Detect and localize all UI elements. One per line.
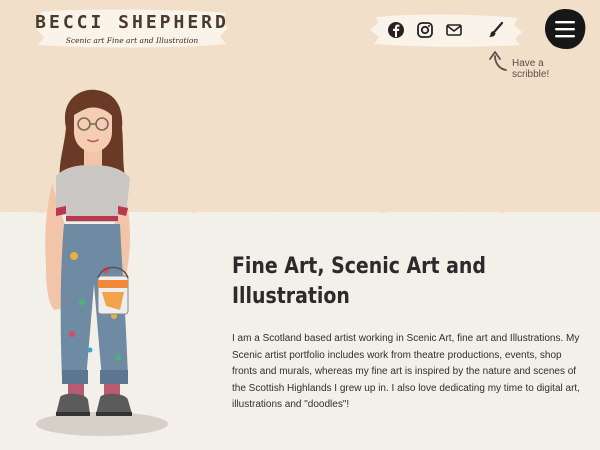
page-title: Fine Art, Scenic Art and Illustration xyxy=(232,254,486,309)
intro-paragraph: I am a Scotland based artist working in … xyxy=(232,333,580,410)
scribble-hint[interactable]: Have a scribble! xyxy=(512,58,582,80)
mail-icon[interactable] xyxy=(444,20,464,40)
logo-tagline: Scenic art Fine art and Illustration xyxy=(65,36,199,45)
artist-illustration xyxy=(36,89,168,436)
facebook-icon[interactable] xyxy=(386,20,406,40)
paintbrush-icon[interactable] xyxy=(486,20,506,40)
instagram-icon[interactable] xyxy=(415,20,435,40)
social-bar xyxy=(368,12,524,48)
hamburger-menu-icon[interactable] xyxy=(544,8,586,50)
site-logo[interactable]: BECCI SHEPHERD Scenic art Fine art and I… xyxy=(34,6,230,50)
logo-name: BECCI SHEPHERD xyxy=(35,12,229,33)
curved-arrow-icon xyxy=(489,51,507,71)
